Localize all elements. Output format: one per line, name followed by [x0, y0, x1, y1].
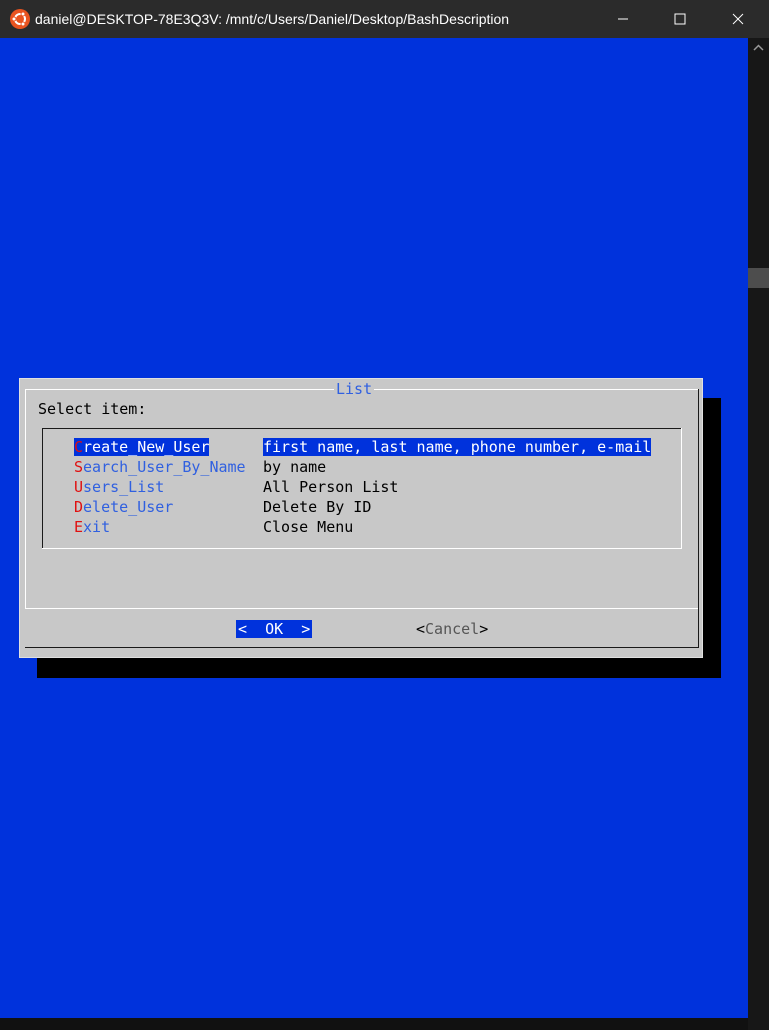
- menu-item-description: first name, last name, phone number, e-m…: [263, 438, 652, 456]
- close-icon: [732, 13, 744, 25]
- menu-item-users-list[interactable]: Users_List All Person List: [42, 477, 681, 497]
- bottom-strip: [0, 1018, 748, 1030]
- button-separator: [25, 608, 698, 609]
- window-title: daniel@DESKTOP-78E3Q3V: /mnt/c/Users/Dan…: [35, 11, 510, 27]
- menu-item-label: earch_User_By_Name: [83, 458, 246, 476]
- dialog-frame-bottom: [25, 647, 699, 648]
- menu-item-label: reate_New_User: [83, 438, 210, 456]
- minimize-icon: [618, 18, 628, 20]
- scroll-up-arrow-icon[interactable]: [752, 43, 765, 53]
- menu-item-label: sers_List: [83, 478, 165, 496]
- menu-item-description: All Person List: [263, 478, 399, 496]
- ubuntu-icon: [10, 9, 30, 29]
- minimize-button[interactable]: [600, 0, 646, 38]
- cancel-bracket-close: >: [479, 620, 489, 638]
- menu-item-tag: Delete_User: [74, 498, 173, 516]
- menu-item-description: Close Menu: [263, 518, 354, 536]
- ok-button[interactable]: < OK >: [236, 620, 313, 638]
- menu-item-tag: Users_List: [74, 478, 164, 496]
- menu-item-tag: Create_New_User: [74, 438, 210, 456]
- menu-item-tag: Search_User_By_Name: [74, 458, 246, 476]
- cancel-button[interactable]: <Cancel>: [416, 620, 488, 638]
- dialog-prompt: Select item:: [38, 400, 147, 418]
- menu-item-description: Delete By ID: [263, 498, 372, 516]
- menu-item-create-new-user[interactable]: Create_New_User first name, last name, p…: [42, 437, 681, 457]
- menu-item-label: xit: [83, 518, 111, 536]
- cancel-label: Cancel: [425, 620, 480, 638]
- window-titlebar[interactable]: daniel@DESKTOP-78E3Q3V: /mnt/c/Users/Dan…: [0, 0, 769, 38]
- menu-item-description: by name: [263, 458, 327, 476]
- menu-item-hotkey: E: [74, 518, 84, 536]
- cancel-bracket-open: <: [416, 620, 426, 638]
- menu-item-hotkey: C: [74, 438, 84, 456]
- menu-item-exit[interactable]: Exit Close Menu: [42, 517, 681, 537]
- menu-item-label: elete_User: [83, 498, 174, 516]
- maximize-button[interactable]: [657, 0, 703, 38]
- menu-list: Create_New_User first name, last name, p…: [42, 428, 682, 549]
- scrollbar-thumb[interactable]: [748, 268, 769, 288]
- menu-item-hotkey: S: [74, 458, 84, 476]
- menu-item-delete-user[interactable]: Delete_User Delete By ID: [42, 497, 681, 517]
- dialog-frame-right: [698, 389, 699, 647]
- dialog-frame-left: [25, 389, 26, 609]
- menu-item-tag: Exit: [74, 518, 110, 536]
- vertical-scrollbar[interactable]: [748, 38, 769, 1030]
- dialog-title: List: [334, 380, 375, 398]
- menu-dialog: List Select item: Create_New_User first …: [19, 378, 703, 658]
- menu-item-hotkey: U: [74, 478, 84, 496]
- close-button[interactable]: [715, 0, 761, 38]
- menu-item-search-user-by-name[interactable]: Search_User_By_Name by name: [42, 457, 681, 477]
- menu-item-hotkey: D: [74, 498, 84, 516]
- maximize-icon: [674, 13, 686, 25]
